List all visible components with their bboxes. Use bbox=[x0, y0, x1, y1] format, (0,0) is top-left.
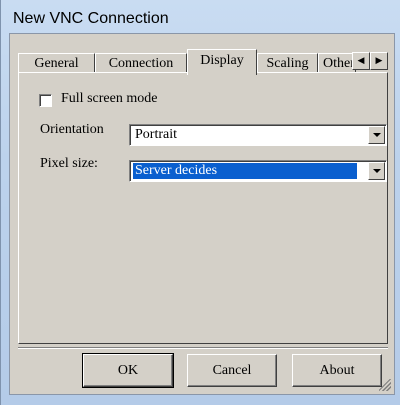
tab-other[interactable]: Other bbox=[318, 53, 356, 73]
tab-scaling[interactable]: Scaling bbox=[257, 53, 318, 73]
tab-scroll-left-button[interactable]: ◀ bbox=[352, 52, 370, 70]
tab-scroll-right-button[interactable]: ▶ bbox=[370, 52, 388, 70]
triangle-right-icon: ▶ bbox=[375, 56, 383, 66]
divider bbox=[18, 347, 388, 349]
display-tab-panel bbox=[18, 72, 388, 344]
about-button[interactable]: About bbox=[292, 354, 382, 387]
tab-connection[interactable]: Connection bbox=[95, 53, 187, 73]
tab-general[interactable]: General bbox=[18, 53, 95, 73]
tab-strip: General Connection Display Scaling Other… bbox=[18, 49, 390, 75]
window-title: New VNC Connection bbox=[13, 10, 169, 27]
tab-display[interactable]: Display bbox=[187, 49, 257, 75]
dialog-window: New VNC Connection General Connection Di… bbox=[0, 0, 400, 405]
cancel-button[interactable]: Cancel bbox=[187, 354, 277, 387]
triangle-left-icon: ◀ bbox=[357, 56, 365, 66]
resize-grip-icon[interactable] bbox=[379, 379, 391, 391]
dialog-client-area: General Connection Display Scaling Other… bbox=[9, 33, 395, 395]
ok-button[interactable]: OK bbox=[82, 353, 174, 388]
